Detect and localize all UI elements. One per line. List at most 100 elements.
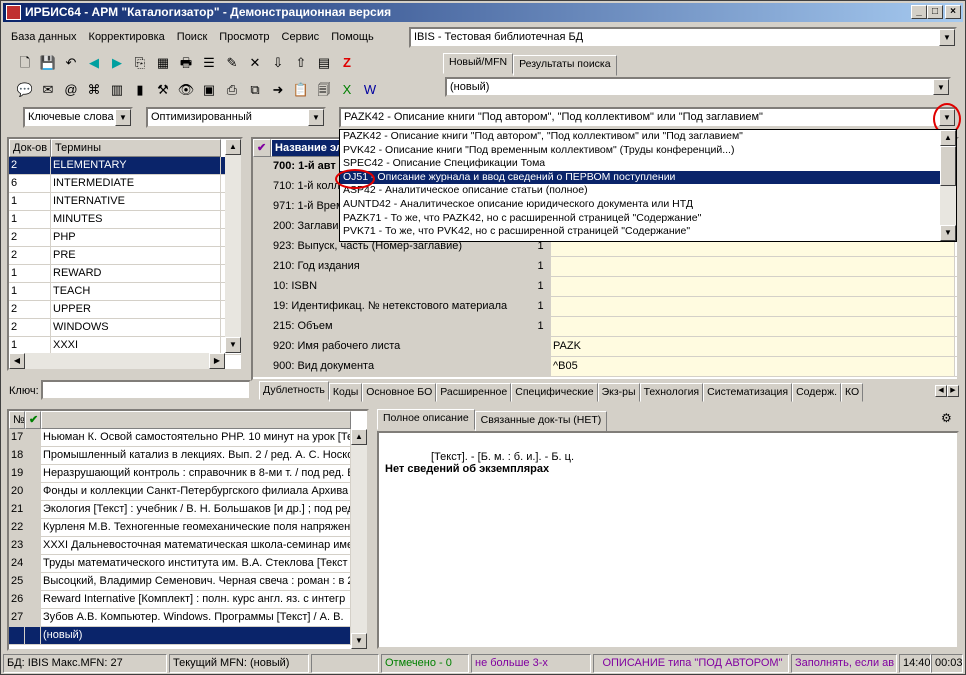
terms-row[interactable]: 6 INTERMEDIATE [9, 175, 241, 193]
page-tab[interactable]: Экз-ры [597, 383, 640, 402]
field-row[interactable]: 10: ISBN 1 [253, 277, 957, 297]
page-tab[interactable]: Основное БО [362, 383, 437, 402]
undo-icon[interactable]: ↶ [61, 53, 81, 73]
record-mark[interactable] [25, 573, 41, 590]
record-row[interactable]: 23 XXXI Дальневосточная математическая шк… [9, 537, 367, 555]
page-tab[interactable]: Расширенное [436, 383, 512, 402]
search-mode-select[interactable]: Ключевые слова ▼ [23, 107, 133, 128]
printer-icon[interactable]: ⎙ [222, 80, 242, 100]
record-mark[interactable] [25, 501, 41, 518]
next-icon[interactable]: ▶ [107, 53, 127, 73]
record-mark[interactable] [25, 465, 41, 482]
worksheet-option[interactable]: PAZK42 - Описание книги "Под автором", "… [340, 130, 940, 144]
email-icon[interactable]: @ [61, 80, 81, 100]
tools-icon[interactable]: ⚒ [153, 80, 173, 100]
terms-vscroll[interactable]: ▲ ▼ [225, 139, 241, 353]
record-mark[interactable] [25, 555, 41, 572]
scroll-up-icon[interactable]: ▲ [351, 429, 367, 445]
terms-row[interactable]: 2 PHP [9, 229, 241, 247]
record-mark[interactable] [25, 519, 41, 536]
worksheet-option[interactable]: PAZK71 - То же, что PAZK42, но с расшире… [340, 212, 940, 226]
network-icon[interactable]: ⌘ [84, 80, 104, 100]
col-terms[interactable]: Термины [51, 139, 221, 157]
folder-icon[interactable]: ▣ [199, 80, 219, 100]
record-row[interactable]: (новый) [9, 627, 367, 645]
page-tab[interactable]: Технология [639, 383, 704, 402]
record-row[interactable]: 25 Высоцкий, Владимир Семенович. Черная с… [9, 573, 367, 591]
col-docs[interactable]: Док-ов [9, 139, 51, 157]
field-value[interactable]: ^B05 [551, 357, 955, 376]
record-row[interactable]: 20 Фонды и коллекции Санкт-Петербургского… [9, 483, 367, 501]
copy-icon[interactable]: ⎘ [130, 53, 150, 73]
scroll-right-icon[interactable]: ▶ [209, 353, 225, 369]
scroll-left-icon[interactable]: ◀ [9, 353, 25, 369]
field-value[interactable] [551, 317, 955, 336]
terms-row[interactable]: 1 MINUTES [9, 211, 241, 229]
record-mark[interactable] [25, 537, 41, 554]
field-row[interactable]: 210: Год издания 1 [253, 257, 957, 277]
excel-icon[interactable]: X [337, 80, 357, 100]
record-row[interactable]: 18 Промышленный катализ в лекциях. Вып. 2… [9, 447, 367, 465]
record-mark[interactable] [25, 591, 41, 608]
close-button[interactable]: × [945, 5, 961, 19]
worksheet-option[interactable]: SPEC42 - Описание Спецификации Тома [340, 157, 940, 171]
worksheet-option[interactable]: OJ51 - Описание журнала и ввод сведений … [340, 170, 940, 185]
worksheet-option[interactable]: PVK42 - Описание книги "Под временным ко… [340, 144, 940, 158]
scroll-up-icon[interactable]: ▲ [940, 130, 956, 146]
import-icon[interactable]: ⇩ [268, 53, 288, 73]
forward-icon[interactable]: ➜ [268, 80, 288, 100]
menu-service[interactable]: Сервис [276, 27, 326, 47]
record-mark[interactable] [25, 627, 41, 644]
film-icon[interactable]: ▤ [314, 53, 334, 73]
record-row[interactable]: 26 Reward Internative [Комплект] : полн. … [9, 591, 367, 609]
terms-row[interactable]: 1 TEACH [9, 283, 241, 301]
print-icon[interactable]: 🖶 [176, 53, 196, 73]
minimize-button[interactable]: _ [911, 5, 927, 19]
record-mark[interactable] [25, 483, 41, 500]
terms-hscroll[interactable]: ◀ ▶ [9, 353, 225, 369]
page-tab[interactable]: Дублетность [259, 381, 329, 400]
field-row[interactable]: 900: Вид документа ^B05 [253, 357, 957, 377]
col-number[interactable]: № [9, 411, 25, 429]
scroll-down-icon[interactable]: ▼ [225, 337, 241, 353]
worksheet-option[interactable]: ASP42 - Аналитическое описание статьи (п… [340, 184, 940, 198]
edit-icon[interactable]: ✎ [222, 53, 242, 73]
records-vscroll[interactable]: ▲ ▼ [351, 429, 367, 649]
terms-row[interactable]: 1 REWARD [9, 265, 241, 283]
tab-search-results[interactable]: Результаты поиска [513, 55, 617, 76]
col-description[interactable] [41, 411, 351, 429]
export-icon[interactable]: ⇧ [291, 53, 311, 73]
record-row[interactable]: 22 Курленя М.В. Техногенные геомеханическ… [9, 519, 367, 537]
word-icon[interactable]: W [360, 80, 380, 100]
terms-row[interactable]: 2 UPPER [9, 301, 241, 319]
menu-help[interactable]: Помощь [325, 27, 380, 47]
page-tab[interactable]: Специфические [511, 383, 598, 402]
field-value[interactable] [551, 277, 955, 296]
menu-search[interactable]: Поиск [171, 27, 213, 47]
clipboard-icon[interactable]: 📋 [291, 80, 311, 100]
table-icon[interactable]: ▦ [153, 53, 173, 73]
delete-icon[interactable]: ✕ [245, 53, 265, 73]
save-icon[interactable]: 💾 [38, 53, 58, 73]
worksheet-option[interactable]: AUNTD42 - Аналитическое описание юридиче… [340, 198, 940, 212]
tab-right-icon[interactable]: ▶ [947, 385, 959, 397]
field-value[interactable]: PAZK [551, 337, 955, 356]
view-icon[interactable]: 👁 [176, 80, 196, 100]
report-icon[interactable]: ▥ [107, 80, 127, 100]
tab-full-description[interactable]: Полное описание [377, 409, 475, 430]
terms-row[interactable]: 1 INTERNATIVE [9, 193, 241, 211]
pages-icon[interactable]: ⧉ [245, 80, 265, 100]
record-row[interactable]: 27 Зубов А.В. Компьютер. Windows. Програм… [9, 609, 367, 627]
chat-icon[interactable]: 💬 [15, 80, 35, 100]
menu-edit[interactable]: Корректировка [83, 27, 171, 47]
record-row[interactable]: 19 Неразрушающий контроль : справочник в … [9, 465, 367, 483]
menu-database[interactable]: База данных [5, 27, 83, 47]
tab-new-mfn[interactable]: Новый/MFN [443, 53, 514, 74]
database-select[interactable]: IBIS - Тестовая библиотечная БД ▼ [409, 27, 957, 48]
tab-linked-docs[interactable]: Связанные док-ты (НЕТ) [474, 411, 608, 432]
dropdown-vscroll[interactable]: ▲ ▼ [940, 130, 956, 241]
field-row[interactable]: 19: Идентификац. № нетекстового материал… [253, 297, 957, 317]
record-mark[interactable] [25, 447, 41, 464]
prev-icon[interactable]: ◀ [84, 53, 104, 73]
record-row[interactable]: 21 Экология [Текст] : учебник / В. Н. Бол… [9, 501, 367, 519]
